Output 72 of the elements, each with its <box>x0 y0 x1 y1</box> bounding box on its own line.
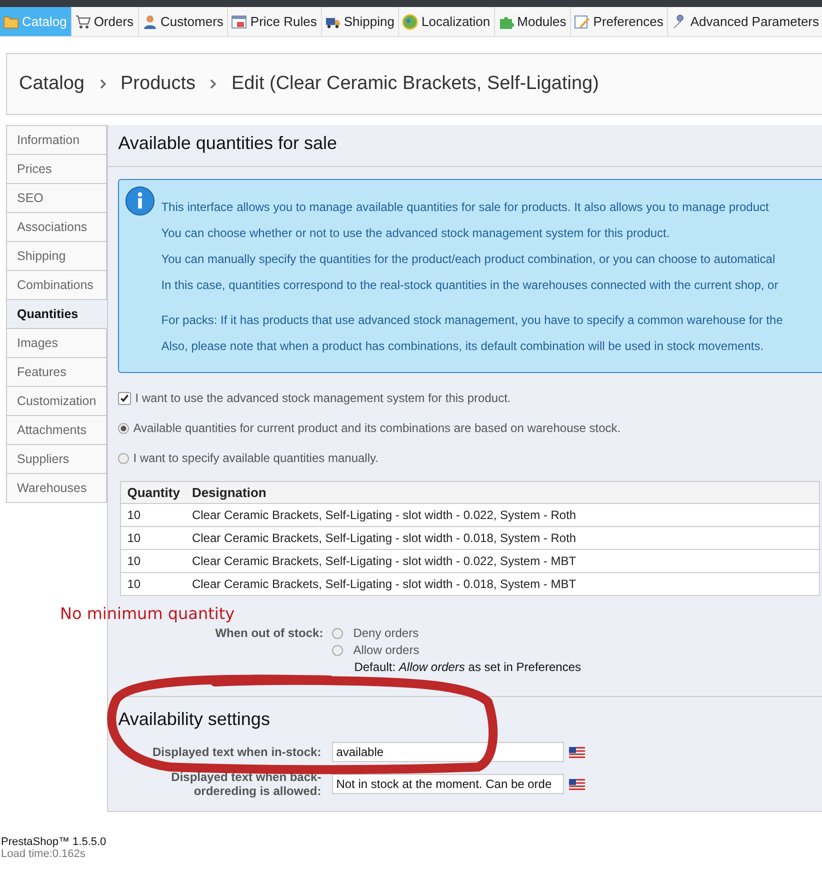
sidebar-tab[interactable]: Customization <box>6 387 108 416</box>
menu-tab[interactable]: Localization <box>399 7 496 36</box>
field-label: When out of stock: <box>214 626 324 642</box>
radio-button[interactable] <box>118 452 130 464</box>
folder-icon <box>3 14 19 30</box>
table-cell: 10 <box>120 572 186 596</box>
sidebar-tab[interactable]: Attachments <box>6 416 108 445</box>
annotation-text: No minimum quantity <box>60 604 235 623</box>
sidebar-tab[interactable]: Combinations <box>6 271 108 300</box>
option-label: I want to use the advanced stock management system for this product. <box>135 391 511 405</box>
menu-tab[interactable]: Advanced Parameters <box>668 7 822 36</box>
option-label: Available quantities for current product and its combinations are based on warehouse stock. <box>133 421 621 435</box>
field-label: Displayed text when back-ordereding is allowed: <box>170 770 322 798</box>
sidebar-tab[interactable]: Associations <box>6 213 108 242</box>
price-tag-icon <box>231 14 248 30</box>
sidebar-tab[interactable]: Prices <box>6 155 108 184</box>
info-text: You can manually specify the quantities for the product/each product combination, or you can choose to automatical <box>161 252 776 267</box>
info-text: Also, please note that when a product has combinations, its default combination will be used in stock movements. <box>161 339 765 354</box>
breadcrumb-item: Edit (Clear Ceramic Brackets, Self-Ligating) <box>231 73 599 95</box>
table-cell: 10 <box>120 504 186 526</box>
radio-button[interactable] <box>332 644 344 656</box>
flag-icon <box>569 746 586 758</box>
table-cell: 10 <box>120 526 186 550</box>
option-label: Deny orders <box>353 626 419 640</box>
flag-icon <box>569 778 586 790</box>
sidebar-tab[interactable]: Warehouses <box>6 474 108 503</box>
info-text: You can choose whether or not to use the advanced stock management system for this product. <box>161 226 671 241</box>
menu-tab[interactable]: Shipping <box>322 7 400 36</box>
person-icon <box>142 14 158 30</box>
cart-icon <box>74 14 91 30</box>
checkbox[interactable] <box>118 392 132 404</box>
table-cell: Clear Ceramic Brackets, Self-Ligating - slot width - 0.022, System - Roth <box>186 504 820 526</box>
radio-button[interactable] <box>332 628 344 638</box>
sidebar-tab[interactable]: Quantities <box>6 300 108 329</box>
breadcrumb-item[interactable]: Catalog <box>19 73 84 95</box>
menu-tab[interactable]: Price Rules <box>228 7 322 36</box>
menu-tab[interactable]: Customers <box>138 7 228 36</box>
version-text: PrestaShop™ 1.5.5.0 <box>1 836 108 848</box>
sidebar-tab[interactable]: Images <box>6 329 108 358</box>
sidebar-tab[interactable]: SEO <box>6 184 108 213</box>
info-text: In this case, quantities correspond to the real-stock quantities in the warehouses connected with the current shop, or <box>161 278 780 293</box>
table-cell: Clear Ceramic Brackets, Self-Ligating - slot width - 0.018, System - Roth <box>186 526 820 550</box>
menu-tab[interactable]: Modules <box>495 7 572 36</box>
sidebar-tab[interactable]: Shipping <box>6 242 108 271</box>
sidebar-tab[interactable]: Suppliers <box>6 445 108 474</box>
globe-icon <box>402 14 418 30</box>
table-cell: Clear Ceramic Brackets, Self-Ligating - slot width - 0.022, System - MBT <box>186 550 820 572</box>
load-time-text: Load time:0.162s <box>1 848 86 860</box>
column-header: Quantity <box>120 482 186 504</box>
pencil-document-icon <box>574 14 590 30</box>
section-title: Available quantities for sale <box>118 133 338 154</box>
info-text: This interface allows you to manage available quantities for sale for products. It also allows you to manage product <box>161 200 770 215</box>
default-note: Default: Allow orders as set in Preferences <box>353 660 581 674</box>
chevron-icon <box>209 78 218 90</box>
field-label: Displayed text when in-stock: <box>152 745 322 759</box>
option-label: I want to specify available quantities manually. <box>133 451 378 465</box>
input-field[interactable]: available <box>332 742 564 762</box>
menu-tab[interactable]: Orders <box>72 7 139 36</box>
option-label: Allow orders <box>353 643 420 657</box>
table-cell: Clear Ceramic Brackets, Self-Ligating - slot width - 0.018, System - MBT <box>186 572 820 596</box>
info-icon <box>125 186 156 216</box>
table-cell: 10 <box>120 550 186 572</box>
sidebar-tab[interactable]: Features <box>6 358 108 387</box>
radio-button[interactable] <box>118 422 130 434</box>
sidebar-tab[interactable]: Information <box>6 126 108 155</box>
section-title: Availability settings <box>118 709 271 730</box>
input-field[interactable]: Not in stock at the moment. Can be orde <box>332 774 564 794</box>
menu-tab[interactable]: Preferences <box>571 7 668 36</box>
info-text: For packs: If it has products that use advanced stock management, you have to specify a common warehouse for the <box>161 313 783 328</box>
breadcrumb-item[interactable]: Products <box>120 73 196 95</box>
column-header: Designation <box>186 482 820 504</box>
chevron-icon <box>98 78 106 90</box>
